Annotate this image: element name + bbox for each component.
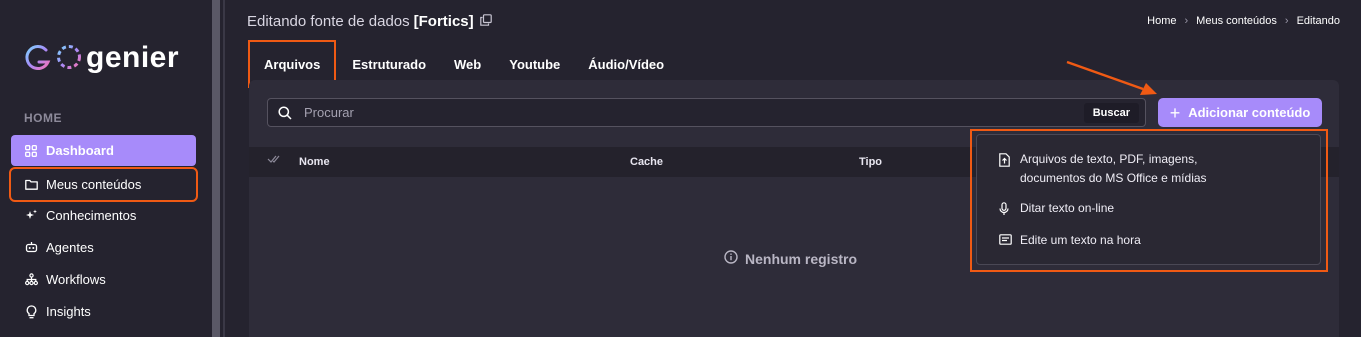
sidebar-item-label: Workflows	[46, 272, 106, 287]
copy-icon[interactable]	[479, 13, 492, 30]
breadcrumb-home[interactable]: Home	[1147, 15, 1176, 27]
sidebar-item-agentes[interactable]: Agentes	[11, 232, 196, 263]
sidebar-item-conhecimentos[interactable]: Conhecimentos	[11, 200, 196, 231]
section-label-home: HOME	[24, 111, 62, 125]
search-button[interactable]: Buscar	[1083, 102, 1139, 123]
search-bar: Buscar	[267, 98, 1146, 127]
column-header-nome[interactable]: Nome	[299, 156, 330, 168]
sidebar-item-label: Agentes	[46, 240, 94, 255]
page-title-name: [Fortics]	[413, 13, 474, 30]
robot-icon	[24, 241, 38, 255]
menu-item-label: Ditar texto on-line	[1020, 201, 1115, 215]
sidebar-item-workflows[interactable]: Workflows	[11, 264, 196, 295]
chevron-right-icon: ›	[1284, 15, 1289, 27]
logo-text: genier	[86, 41, 180, 74]
info-icon	[724, 250, 738, 267]
breadcrumb-meus-conteudos[interactable]: Meus conteúdos	[1196, 15, 1277, 27]
sidebar-item-label: Meus conteúdos	[46, 177, 142, 192]
page-title: Editando fonte de dados [Fortics]	[247, 13, 492, 30]
add-content-button[interactable]: + Adicionar conteúdo	[1158, 98, 1322, 127]
logo: genier	[24, 40, 179, 76]
workflow-icon	[24, 273, 38, 287]
menu-item-upload-files[interactable]: Arquivos de texto, PDF, imagens, documen…	[999, 150, 1207, 188]
search-input[interactable]	[302, 104, 1084, 121]
page-title-prefix: Editando fonte de dados	[247, 13, 410, 30]
check-all-icon[interactable]	[267, 154, 280, 167]
sidebar-item-dashboard[interactable]: Dashboard	[11, 135, 196, 166]
search-icon	[278, 105, 292, 120]
microphone-icon	[999, 199, 1012, 216]
sidebar-item-meus-conteudos[interactable]: Meus conteúdos	[9, 167, 198, 202]
menu-item-label-line1: Arquivos de texto, PDF, imagens,	[1020, 152, 1198, 166]
sidebar-item-label: Dashboard	[46, 143, 114, 158]
menu-item-dictate-text[interactable]: Ditar texto on-line	[999, 199, 1114, 218]
logo-mark-icon	[25, 45, 81, 70]
file-upload-icon	[999, 150, 1012, 167]
menu-item-label-line2: documentos do MS Office e mídias	[1020, 171, 1207, 185]
empty-state-text: Nenhum registro	[745, 250, 858, 267]
menu-item-edit-text[interactable]: Edite um texto na hora	[999, 231, 1141, 250]
empty-state: Nenhum registro	[724, 250, 857, 267]
sidebar-item-label: Insights	[46, 304, 91, 319]
column-header-tipo[interactable]: Tipo	[859, 156, 882, 168]
menu-item-label: Edite um texto na hora	[1020, 233, 1141, 247]
column-header-cache[interactable]: Cache	[630, 156, 663, 168]
grid-icon	[24, 144, 38, 158]
lightbulb-icon	[24, 304, 38, 319]
text-note-icon	[999, 231, 1012, 245]
add-content-menu: Arquivos de texto, PDF, imagens, documen…	[976, 134, 1321, 265]
plus-icon: +	[1169, 102, 1181, 123]
sidebar-scrollbar[interactable]	[212, 0, 220, 337]
sidebar-item-label: Conhecimentos	[46, 208, 137, 223]
breadcrumb: Home › Meus conteúdos › Editando	[1147, 15, 1340, 27]
chevron-right-icon: ›	[1184, 15, 1189, 27]
sparkle-icon	[24, 209, 38, 223]
folder-icon	[24, 178, 38, 192]
sidebar-item-insights[interactable]: Insights	[11, 296, 196, 327]
divider	[223, 0, 225, 337]
add-content-label: Adicionar conteúdo	[1188, 105, 1311, 120]
menu-item-label: Arquivos de texto, PDF, imagens, documen…	[1020, 150, 1207, 188]
breadcrumb-editando: Editando	[1296, 15, 1340, 27]
sidebar: genier HOME Dashboard Meus conteúdos Con…	[0, 0, 212, 337]
